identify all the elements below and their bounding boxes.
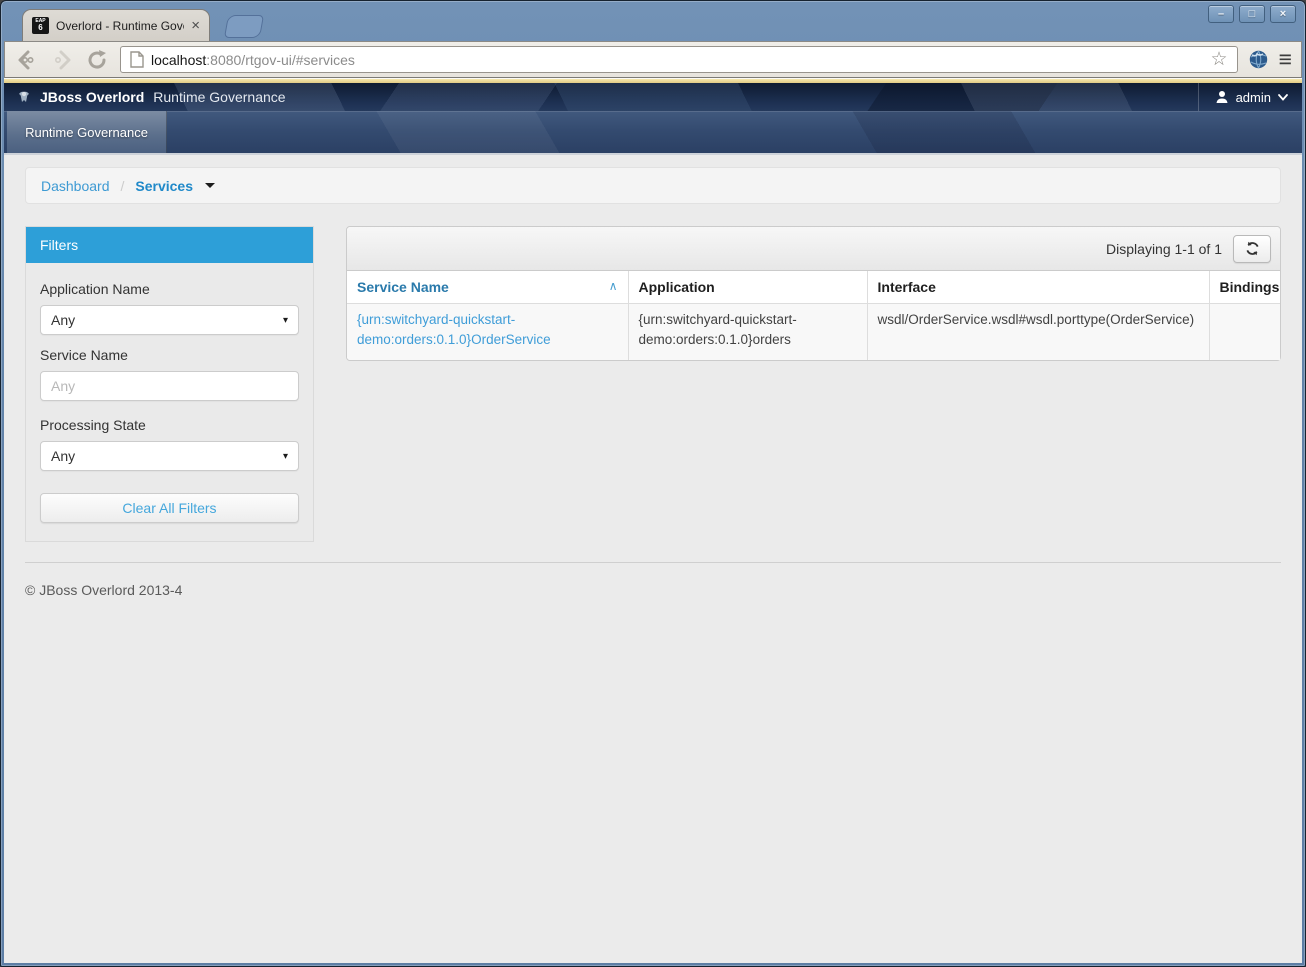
minimize-button[interactable]: – — [1208, 5, 1234, 23]
bookmark-star-icon[interactable]: ☆ — [1211, 50, 1228, 69]
refresh-button[interactable] — [1233, 235, 1271, 263]
service-name-label: Service Name — [40, 347, 299, 363]
user-icon — [1215, 90, 1229, 104]
globe-icon[interactable] — [1249, 50, 1268, 69]
column-header-bindings[interactable]: Bindings — [1209, 271, 1280, 304]
processing-state-select[interactable]: Any ▾ — [40, 441, 299, 471]
eap-favicon-icon: EAP 6 — [32, 17, 49, 34]
menu-hamburger-icon[interactable]: ≡ — [1279, 48, 1291, 71]
forward-icon[interactable] — [50, 48, 74, 72]
dropdown-caret-icon[interactable] — [205, 183, 215, 188]
interface-cell: wsdl/OrderService.wsdl#wsdl.porttype(Ord… — [867, 304, 1209, 361]
browser-window: EAP 6 Overlord - Runtime Gover × – □ × — [0, 0, 1306, 967]
select-caret-icon: ▾ — [283, 451, 288, 462]
maximize-button[interactable]: □ — [1239, 5, 1265, 23]
processing-state-label: Processing State — [40, 417, 299, 433]
tab-close-icon[interactable]: × — [191, 18, 200, 33]
paging-status: Displaying 1-1 of 1 — [1106, 241, 1222, 257]
url-path: :8080/rtgov-ui/#services — [206, 52, 355, 68]
app-masthead: JBoss Overlord Runtime Governance admin — [4, 83, 1302, 111]
url-bar[interactable]: localhost:8080/rtgov-ui/#services ☆ — [120, 46, 1238, 73]
column-header-interface[interactable]: Interface — [867, 271, 1209, 304]
refresh-icon — [1245, 241, 1260, 256]
copyright-text: © JBoss Overlord 2013-4 — [25, 582, 182, 598]
sort-ascending-icon[interactable]: ∧ — [609, 279, 618, 293]
application-name-select[interactable]: Any ▾ — [40, 305, 299, 335]
breadcrumb-services-dropdown[interactable]: Services — [135, 178, 193, 194]
browser-titlebar: EAP 6 Overlord - Runtime Gover × – □ × — [4, 3, 1302, 41]
nav-tab-runtime-governance[interactable]: Runtime Governance — [7, 111, 167, 153]
breadcrumb-separator: / — [121, 178, 125, 194]
page-footer: © JBoss Overlord 2013-4 — [25, 562, 1281, 600]
table-toolbar: Displaying 1-1 of 1 — [347, 227, 1280, 271]
breadcrumb-dashboard-link[interactable]: Dashboard — [41, 178, 110, 194]
user-menu[interactable]: admin — [1198, 83, 1302, 111]
back-icon[interactable] — [15, 48, 39, 72]
main-row: Filters Application Name Any ▾ Service N… — [25, 226, 1281, 542]
reload-icon[interactable] — [85, 48, 109, 72]
close-button[interactable]: × — [1270, 5, 1296, 23]
tab-title: Overlord - Runtime Gover — [56, 19, 184, 33]
service-name-input[interactable] — [40, 371, 299, 401]
bindings-cell — [1209, 304, 1280, 361]
page-content: Dashboard / Services Filters Application… — [4, 155, 1302, 963]
column-header-application[interactable]: Application — [628, 271, 867, 304]
url-text[interactable]: localhost:8080/rtgov-ui/#services — [151, 52, 1204, 68]
brand-subtitle: Runtime Governance — [153, 89, 285, 105]
filters-panel-title: Filters — [26, 227, 313, 263]
application-name-value: Any — [51, 312, 75, 328]
table-row: {urn:switchyard-quickstart-demo:orders:0… — [347, 304, 1280, 361]
column-header-service-name[interactable]: ∧Service Name — [347, 271, 628, 304]
breadcrumb: Dashboard / Services — [25, 167, 1281, 204]
page-icon — [130, 51, 144, 68]
window-controls: – □ × — [1208, 5, 1296, 23]
table-header-row: ∧Service Name Application Interface Bind… — [347, 271, 1280, 304]
application-cell: {urn:switchyard-quickstart-demo:orders:0… — [628, 304, 867, 361]
favicon-number: 6 — [38, 24, 42, 32]
filters-body: Application Name Any ▾ Service Name Proc… — [26, 263, 313, 541]
primary-navbar: Runtime Governance — [4, 111, 1302, 155]
brand-name: JBoss Overlord — [40, 89, 144, 105]
service-name-link[interactable]: {urn:switchyard-quickstart-demo:orders:0… — [347, 304, 628, 361]
application-name-label: Application Name — [40, 281, 299, 297]
overlord-logo-icon — [16, 89, 32, 105]
chevron-down-icon — [1278, 94, 1288, 101]
services-table: ∧Service Name Application Interface Bind… — [347, 271, 1280, 360]
services-table-card: Displaying 1-1 of 1 — [346, 226, 1281, 361]
select-caret-icon: ▾ — [283, 315, 288, 326]
filters-panel: Filters Application Name Any ▾ Service N… — [25, 226, 314, 542]
new-tab-button[interactable] — [224, 15, 264, 38]
clear-all-filters-button[interactable]: Clear All Filters — [40, 493, 299, 523]
browser-toolbar: localhost:8080/rtgov-ui/#services ☆ ≡ — [4, 41, 1302, 78]
processing-state-value: Any — [51, 448, 75, 464]
browser-tab[interactable]: EAP 6 Overlord - Runtime Gover × — [22, 9, 210, 41]
url-host: localhost — [151, 52, 206, 68]
page-viewport: JBoss Overlord Runtime Governance admin … — [4, 78, 1302, 963]
username: admin — [1236, 90, 1271, 105]
